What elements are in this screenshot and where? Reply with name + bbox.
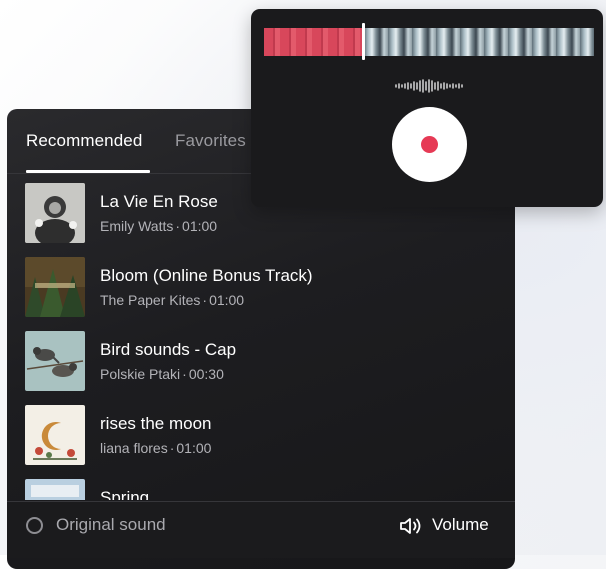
track-title: Bird sounds - Cap [100, 340, 237, 359]
list-item[interactable]: Spring [7, 470, 515, 500]
track-title: La Vie En Rose [100, 192, 218, 211]
trim-handle[interactable] [362, 23, 365, 60]
list-item[interactable]: Bloom (Online Bonus Track) The Paper Kit… [7, 248, 515, 322]
tab-recommended[interactable]: Recommended [26, 131, 142, 151]
album-cover [25, 183, 85, 243]
volume-button[interactable]: Volume [432, 515, 489, 535]
track-artist: Emily Watts [100, 218, 174, 234]
track-list[interactable]: La Vie En Rose Emily Watts · 01:00 Bloom (… [7, 174, 515, 500]
track-title: Spring [100, 488, 150, 500]
track-duration: 01:00 [182, 218, 218, 234]
video-trim-strip[interactable] [264, 28, 594, 56]
recorder-popover [251, 9, 603, 207]
track-meta: liana flores · 01:00 [100, 440, 211, 456]
video-frames [364, 28, 594, 56]
track-meta: The Paper Kites · 01:00 [100, 292, 244, 308]
list-item[interactable]: Bird sounds - Cap Polskie Ptaki · 00:30 [7, 322, 515, 396]
separator: · [169, 440, 175, 456]
track-artist: The Paper Kites [100, 292, 201, 308]
separator: · [175, 218, 181, 234]
track-meta: Polskie Ptaki · 00:30 [100, 366, 224, 382]
trim-selection [264, 28, 364, 56]
track-title: rises the moon [100, 414, 212, 433]
album-cover [25, 405, 85, 465]
list-item[interactable]: rises the moon liana flores · 01:00 [7, 396, 515, 470]
album-cover [25, 331, 85, 391]
album-cover [25, 479, 85, 500]
separator: · [182, 366, 187, 382]
track-duration: 01:00 [209, 292, 245, 308]
record-dot-icon [421, 136, 438, 153]
album-cover [25, 257, 85, 317]
active-tab-indicator [26, 170, 150, 173]
separator: · [202, 292, 208, 308]
footer-bar: Original sound Volume [7, 501, 515, 558]
speaker-icon[interactable] [399, 516, 423, 536]
track-artist: Polskie Ptaki [100, 366, 181, 382]
audio-waveform-icon [395, 79, 463, 93]
track-duration: 01:00 [176, 440, 212, 456]
original-sound-label[interactable]: Original sound [56, 515, 166, 535]
track-title: Bloom (Online Bonus Track) [100, 266, 313, 285]
track-meta: Emily Watts · 01:00 [100, 218, 217, 234]
tab-favorites[interactable]: Favorites [175, 131, 246, 151]
record-button[interactable] [392, 107, 467, 182]
track-duration: 00:30 [188, 366, 224, 382]
track-artist: liana flores [100, 440, 168, 456]
original-sound-radio[interactable] [26, 517, 43, 534]
